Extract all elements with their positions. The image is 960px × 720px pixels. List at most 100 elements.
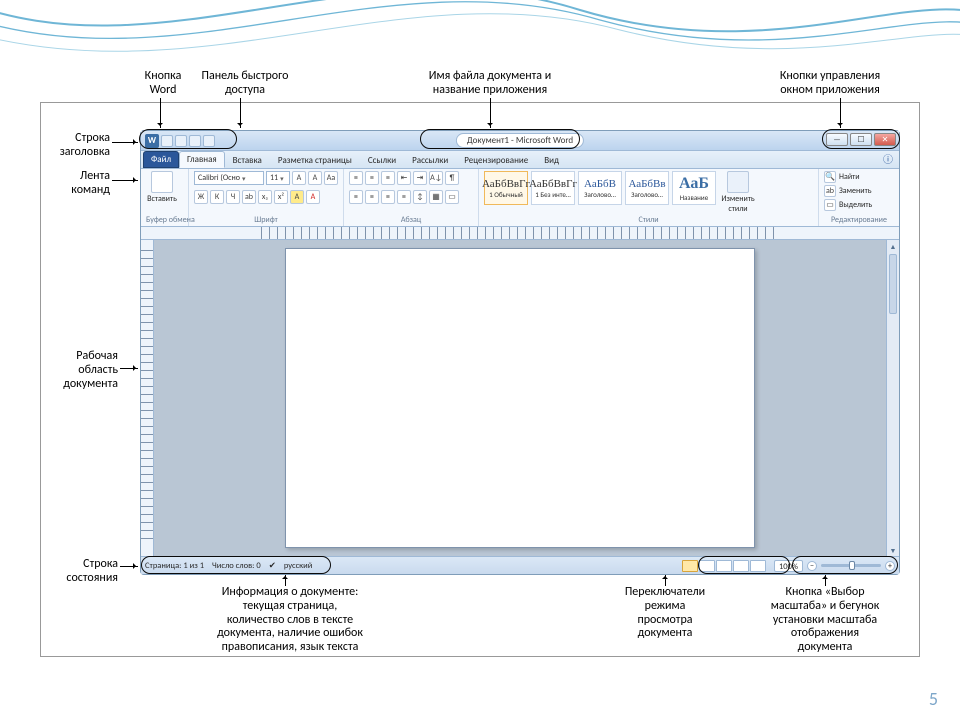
font-color-icon[interactable]: A [306, 190, 320, 204]
show-marks-icon[interactable]: ¶ [445, 171, 459, 185]
status-lang[interactable]: русский [284, 561, 313, 571]
paste-button[interactable]: Вставить [146, 171, 178, 204]
clear-fmt-icon[interactable]: Aa [324, 171, 338, 185]
qat-save-icon[interactable] [161, 135, 173, 147]
page[interactable] [285, 248, 755, 548]
change-styles-icon [727, 171, 749, 193]
shrink-font-icon[interactable]: A [308, 171, 322, 185]
line-spacing-icon[interactable]: ↕ [413, 190, 427, 204]
ruler-horizontal[interactable] [141, 227, 899, 240]
scroll-down-icon[interactable]: ▼ [887, 544, 899, 556]
tab-home[interactable]: Главная [179, 151, 225, 168]
statusbar: Страница: 1 из 1 Число слов: 0 ✔ русский… [141, 556, 899, 574]
callout-word-button: Кнопка Word [138, 70, 188, 98]
scroll-up-icon[interactable]: ▲ [887, 240, 899, 252]
zoom-percent-button[interactable]: 100% [774, 560, 803, 572]
borders-icon[interactable]: ▭ [445, 190, 459, 204]
style-normal[interactable]: АаБбВвГг 1 Обычный [484, 171, 528, 205]
strike-icon[interactable]: ab [242, 190, 256, 204]
zoom-slider[interactable] [821, 564, 881, 567]
view-full-read[interactable] [699, 560, 715, 572]
diagram-stage: Кнопка Word Панель быстрого доступа Имя … [40, 70, 920, 660]
replace-button[interactable]: abЗаменить [824, 185, 872, 197]
font-size-combo[interactable]: 11▾ [266, 171, 290, 185]
align-center-icon[interactable]: ≡ [365, 190, 379, 204]
callout-view-switch: Переключатели режима просмотра документа [605, 586, 725, 641]
change-styles-button[interactable]: Изменить стили [719, 171, 757, 214]
group-paragraph-label: Абзац [349, 214, 473, 225]
scroll-thumb[interactable] [889, 254, 897, 314]
shading-icon[interactable]: ▦ [429, 190, 443, 204]
callout-file-title: Имя файла документа и название приложени… [410, 70, 570, 98]
document-area[interactable] [154, 240, 886, 556]
paste-icon [151, 171, 173, 193]
indent-dec-icon[interactable]: ⇤ [397, 171, 411, 185]
arrow [160, 98, 161, 128]
group-clipboard: Вставить Буфер обмена [141, 169, 189, 226]
zoom-in-button[interactable]: + [885, 561, 895, 571]
tab-review[interactable]: Рецензирование [456, 152, 536, 168]
group-styles-label: Стили [484, 214, 813, 225]
view-outline[interactable] [733, 560, 749, 572]
align-right-icon[interactable]: ≡ [381, 190, 395, 204]
ruler-vertical[interactable] [141, 240, 154, 556]
callout-workspace: Рабочая область документа [40, 350, 118, 391]
indent-inc-icon[interactable]: ⇥ [413, 171, 427, 185]
subscript-icon[interactable]: x₂ [258, 190, 272, 204]
scrollbar-vertical[interactable]: ▲ ▼ [886, 240, 899, 556]
tab-mail[interactable]: Рассылки [404, 152, 456, 168]
multilevel-icon[interactable]: ≡ [381, 171, 395, 185]
select-button[interactable]: ▭Выделить [824, 199, 872, 211]
arrow [112, 142, 138, 143]
word-window: W Документ1 - Microsoft Word — ☐ ✕ Файл … [140, 130, 900, 575]
quick-access-toolbar: W [141, 134, 219, 148]
bullets-icon[interactable]: ≡ [349, 171, 363, 185]
zoom-slider-knob[interactable] [849, 561, 855, 570]
style-no-spacing[interactable]: АаБбВвГг 1 Без инте… [531, 171, 575, 205]
style-heading1[interactable]: АаБбВ Заголово… [578, 171, 622, 205]
callout-title-row: Строка заголовка [40, 132, 110, 160]
minimize-button[interactable]: — [826, 133, 848, 146]
arrow [840, 98, 841, 128]
zoom-out-button[interactable]: − [807, 561, 817, 571]
style-title[interactable]: АаБ Название [672, 171, 716, 205]
qat-undo-icon[interactable] [175, 135, 187, 147]
view-draft[interactable] [750, 560, 766, 572]
close-button[interactable]: ✕ [874, 133, 896, 146]
sort-icon[interactable]: A↓ [429, 171, 443, 185]
bold-button[interactable]: Ж [194, 190, 208, 204]
callout-window-controls: Кнопки управления окном приложения [750, 70, 910, 98]
grow-font-icon[interactable]: A [292, 171, 306, 185]
view-web[interactable] [716, 560, 732, 572]
word-menu-button[interactable]: W [145, 134, 159, 148]
tab-refs[interactable]: Ссылки [360, 152, 404, 168]
underline-button[interactable]: Ч [226, 190, 240, 204]
callout-statusbar: Строка состояния [40, 558, 118, 586]
maximize-button[interactable]: ☐ [850, 133, 872, 146]
status-words[interactable]: Число слов: 0 [212, 561, 261, 571]
find-button[interactable]: 🔍Найти [824, 171, 872, 183]
view-mode-switcher [682, 560, 766, 572]
view-print-layout[interactable] [682, 560, 698, 572]
tab-file[interactable]: Файл [143, 151, 179, 168]
italic-button[interactable]: К [210, 190, 224, 204]
numbering-icon[interactable]: ≡ [365, 171, 379, 185]
replace-icon: ab [824, 185, 836, 197]
tab-view[interactable]: Вид [536, 152, 567, 168]
align-left-icon[interactable]: ≡ [349, 190, 363, 204]
justify-icon[interactable]: ≡ [397, 190, 411, 204]
tab-layout[interactable]: Разметка страницы [270, 152, 360, 168]
qat-more-icon[interactable] [203, 135, 215, 147]
status-proof-icon[interactable]: ✔ [269, 561, 276, 571]
status-page[interactable]: Страница: 1 из 1 [145, 561, 204, 571]
callout-quick-access: Панель быстрого доступа [190, 70, 300, 98]
tab-insert[interactable]: Вставка [225, 152, 270, 168]
style-heading2[interactable]: АаБбВв Заголово… [625, 171, 669, 205]
superscript-icon[interactable]: x² [274, 190, 288, 204]
help-icon[interactable]: ⓘ [877, 149, 899, 168]
callout-zoom: Кнопка «Выбор масштаба» и бегунок устано… [750, 586, 900, 655]
font-name-combo[interactable]: Calibri (Осно▾ [194, 171, 264, 185]
group-font-label: Шрифт [194, 214, 338, 225]
qat-redo-icon[interactable] [189, 135, 201, 147]
highlight-icon[interactable]: A [290, 190, 304, 204]
